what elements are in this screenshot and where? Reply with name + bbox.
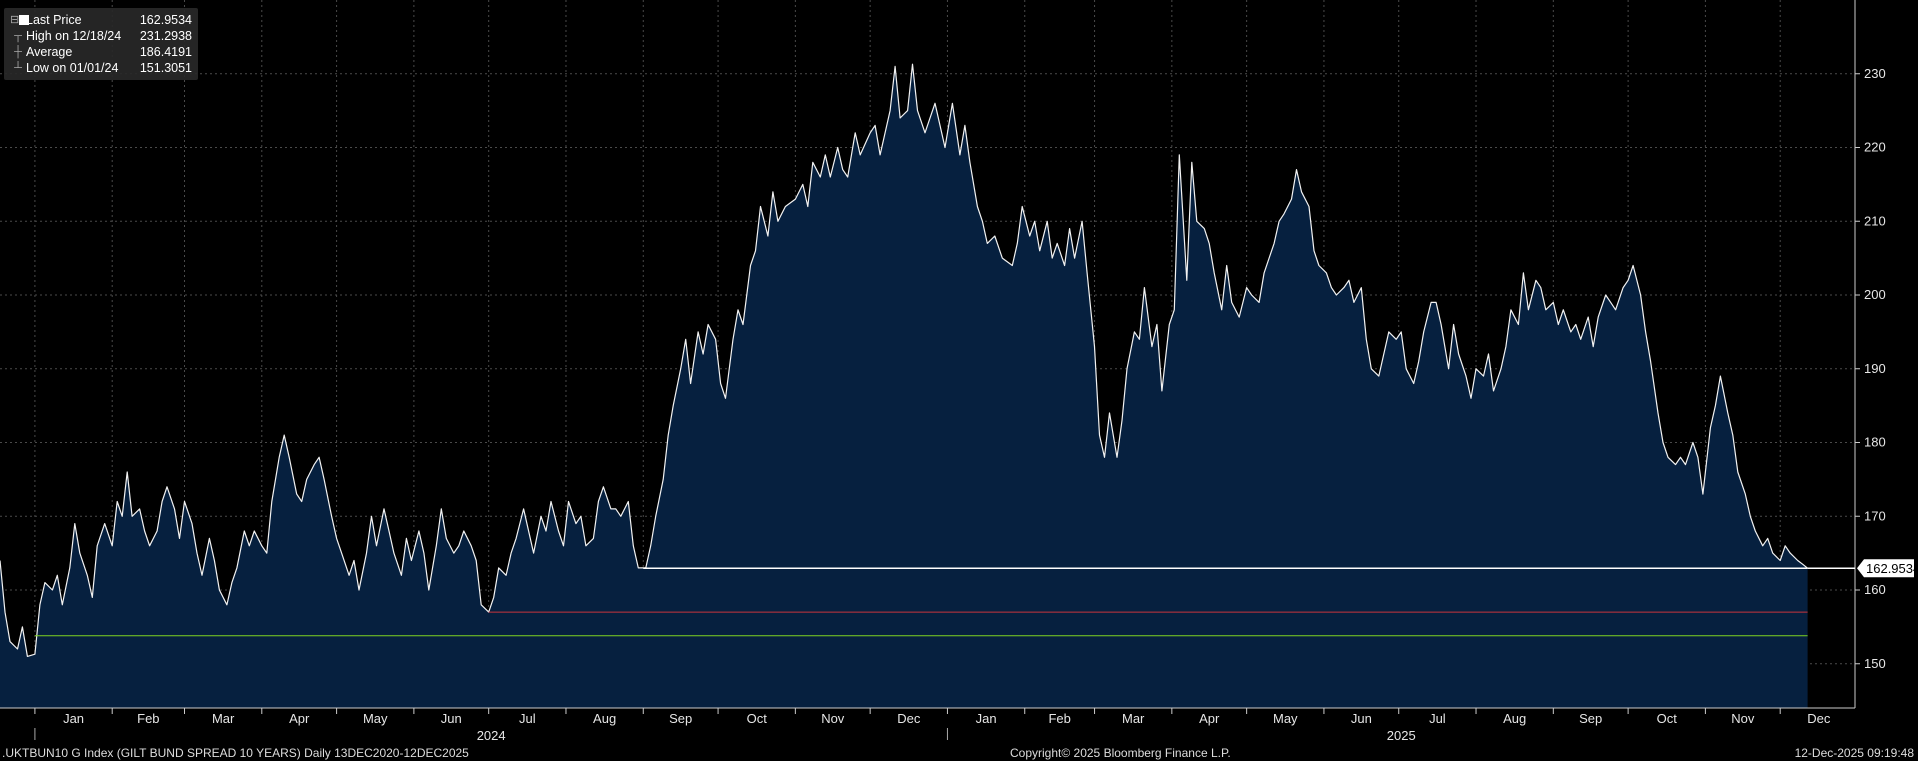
y-tick-label: 210 [1864, 213, 1886, 228]
x-month-label: Mar [212, 711, 235, 726]
y-tick-label: 220 [1864, 140, 1886, 155]
legend-value: 162.9534 [139, 13, 192, 27]
x-month-label: Mar [1122, 711, 1145, 726]
x-month-label: Jan [63, 711, 84, 726]
price-chart: 150 160 170 180 190 200 210 220 230 Jan Feb Mar Apr… [0, 0, 1918, 743]
x-month-label: Jul [1429, 711, 1446, 726]
last-price-swatch-icon: ⊟ [10, 12, 30, 28]
x-month-label: Dec [897, 711, 921, 726]
footer-copyright: Copyright© 2025 Bloomberg Finance L.P. [1010, 746, 1231, 760]
x-month-label: Apr [289, 711, 310, 726]
x-year-label: 2024 [477, 728, 506, 743]
footer-timestamp: 12-Dec-2025 09:19:48 [1794, 746, 1914, 760]
legend-label: Last Price [26, 13, 82, 27]
legend-label: High on 12/18/24 [26, 29, 122, 43]
legend: ⊟ Last Price 162.9534 ┬ High on 12/18/24… [4, 8, 198, 80]
y-tick-label: 170 [1864, 508, 1886, 523]
legend-value: 186.4191 [139, 45, 192, 59]
x-month-label: Jul [519, 711, 536, 726]
legend-label: Low on 01/01/24 [26, 61, 119, 75]
y-axis-labels: 150 160 170 180 190 200 210 220 230 [1864, 66, 1886, 671]
x-month-label: Feb [137, 711, 159, 726]
x-month-label: Dec [1807, 711, 1831, 726]
x-month-label: Aug [593, 711, 616, 726]
x-month-label: Jun [1351, 711, 1372, 726]
y-tick-label: 160 [1864, 582, 1886, 597]
last-price-badge-label: 162.9534 [1866, 561, 1918, 576]
legend-value: 151.3051 [139, 61, 192, 75]
legend-row-high: ┬ High on 12/18/24 231.2938 [10, 28, 192, 44]
y-tick-label: 190 [1864, 361, 1886, 376]
footer-ticker-description: .UKTBUN10 G Index (GILT BUND SPREAD 10 Y… [2, 746, 469, 760]
y-tick-label: 180 [1864, 435, 1886, 450]
x-year-label: 2025 [1387, 728, 1416, 743]
x-month-label: Apr [1199, 711, 1220, 726]
x-month-label: May [363, 711, 388, 726]
legend-value: 231.2938 [139, 29, 192, 43]
low-marker-icon: ┴ [14, 62, 22, 74]
x-month-label: Aug [1503, 711, 1526, 726]
x-month-label: Jun [441, 711, 462, 726]
legend-row-low: ┴ Low on 01/01/24 151.3051 [10, 60, 192, 76]
x-month-label: Nov [821, 711, 845, 726]
x-month-label: Sep [669, 711, 692, 726]
x-month-label: May [1273, 711, 1298, 726]
x-month-label: Feb [1048, 711, 1070, 726]
x-month-label: Sep [1579, 711, 1602, 726]
y-tick-label: 150 [1864, 656, 1886, 671]
x-month-label: Oct [1657, 711, 1678, 726]
y-tick-label: 230 [1864, 66, 1886, 81]
x-month-label: Nov [1731, 711, 1755, 726]
legend-label: Average [26, 45, 73, 59]
x-month-label: Oct [747, 711, 768, 726]
x-month-label: Jan [976, 711, 997, 726]
legend-row-last-price: ⊟ Last Price 162.9534 [10, 12, 192, 28]
high-marker-icon: ┬ [14, 30, 22, 42]
average-marker-icon: ┼ [14, 46, 22, 58]
legend-row-average: ┼ Average 186.4191 [10, 44, 192, 60]
y-tick-label: 200 [1864, 287, 1886, 302]
